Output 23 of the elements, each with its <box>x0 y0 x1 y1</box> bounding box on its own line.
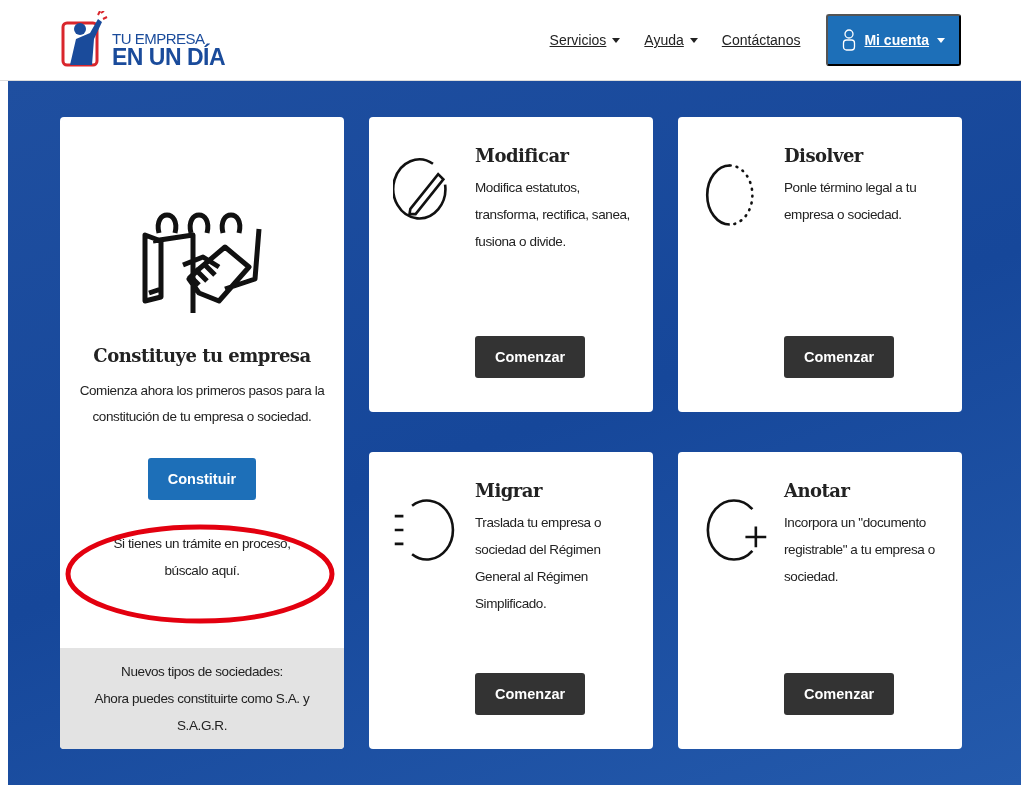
card-title: Migrar <box>475 480 544 501</box>
constitute-button[interactable]: Constituir <box>147 458 257 500</box>
nav-link[interactable]: Contáctanos <box>721 32 801 48</box>
card-description: Incorpora un "documento registrable" a tu empresa o sociedad. <box>784 514 936 586</box>
card-description: Modifica estatutos, transforma, rectifica, sanea, fusiona o divide. <box>475 179 631 251</box>
start-button[interactable]: Comenzar <box>475 336 586 378</box>
search-note: Si tienes un trámite en proceso, búscalo aquí. <box>112 535 292 580</box>
banner-text: Ahora puedes constituirte como S.A. y S.A.G.R. <box>93 690 311 735</box>
nav-link[interactable]: Ayuda <box>644 32 698 48</box>
card-title: Disolver <box>784 145 865 166</box>
card-description: Ponle término legal a tu empresa o sociedad. <box>784 179 918 224</box>
account-button[interactable]: Mi cuenta <box>826 14 961 66</box>
start-button[interactable]: Comenzar <box>475 673 586 715</box>
card-title: Anotar <box>784 480 852 501</box>
card-description: Comienza ahora los primeros pasos para la constitución de tu empresa o sociedad. <box>78 382 326 426</box>
nav-link[interactable]: Servicios <box>549 32 621 48</box>
logo-text: TU EMPRESA <box>112 31 205 46</box>
card-title: Constituye tu empresa <box>93 345 311 366</box>
start-button[interactable]: Comenzar <box>784 336 895 378</box>
banner-text: Nuevos tipos de sociedades: <box>120 663 284 681</box>
card-description: Traslada tu empresa o sociedad del Régimen General al Régimen Simplificado. <box>475 514 603 613</box>
start-button[interactable]: Comenzar <box>784 673 895 715</box>
card-title: Modificar <box>475 145 571 166</box>
